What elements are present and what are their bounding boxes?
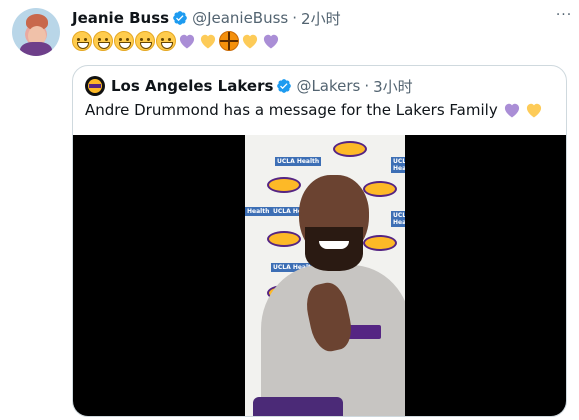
quoted-tweet[interactable]: Los Angeles Lakers @Lakers · 3小时 Andre D… — [72, 65, 567, 417]
backdrop-sponsor-label: UCLA Health — [391, 211, 405, 227]
quoted-tweet-text: Andre Drummond has a message for the Lak… — [85, 100, 544, 120]
video-person-shorts — [253, 397, 343, 416]
yellow-heart-icon — [198, 31, 218, 51]
video-frame[interactable]: UCLA Health UCLA Health UCLA Health Heal… — [245, 135, 405, 416]
grinning-face-icon — [135, 31, 155, 51]
tweet[interactable]: Jeanie Buss @JeanieBuss · 2小时 ··· Los An… — [0, 0, 579, 420]
lakers-backdrop-logo — [267, 177, 301, 193]
separator-dot: · — [292, 9, 298, 27]
avatar[interactable] — [12, 8, 60, 56]
quoted-tweet-timestamp[interactable]: 3小时 — [373, 76, 413, 97]
separator-dot: · — [364, 77, 370, 95]
tweet-header: Jeanie Buss @JeanieBuss · 2小时 — [72, 8, 341, 28]
grinning-face-icon — [114, 31, 134, 51]
more-options-icon[interactable]: ··· — [555, 6, 573, 24]
quoted-tweet-body: Andre Drummond has a message for the Lak… — [85, 101, 498, 119]
avatar-top — [20, 42, 52, 56]
tweet-timestamp[interactable]: 2小时 — [301, 8, 341, 29]
purple-heart-icon — [502, 100, 522, 120]
purple-heart-icon — [177, 31, 197, 51]
yellow-heart-icon — [524, 100, 544, 120]
grinning-face-icon — [93, 31, 113, 51]
basketball-icon — [219, 31, 239, 51]
verified-badge-icon — [277, 79, 292, 93]
tweet-text-emojis — [72, 31, 281, 51]
quoted-author-name[interactable]: Los Angeles Lakers — [111, 77, 273, 95]
quoted-author-handle[interactable]: @Lakers — [296, 77, 360, 95]
backdrop-sponsor-label: Health — [245, 207, 272, 216]
backdrop-sponsor-label: UCLA Health — [275, 157, 322, 166]
video-person-smile — [319, 241, 349, 249]
lakers-logo-icon[interactable] — [85, 76, 105, 96]
lakers-backdrop-logo — [363, 235, 397, 251]
author-name[interactable]: Jeanie Buss — [72, 9, 169, 27]
grinning-face-icon — [156, 31, 176, 51]
backdrop-sponsor-label: UCLA Health — [391, 157, 405, 173]
video-player[interactable]: UCLA Health UCLA Health UCLA Health Heal… — [73, 135, 566, 416]
verified-badge-icon — [173, 11, 187, 25]
video-person-beard — [305, 227, 363, 271]
yellow-heart-icon — [240, 31, 260, 51]
quoted-tweet-header: Los Angeles Lakers @Lakers · 3小时 — [85, 76, 413, 96]
grinning-face-icon — [72, 31, 92, 51]
purple-heart-icon — [261, 31, 281, 51]
lakers-backdrop-logo — [363, 181, 397, 197]
lakers-backdrop-logo — [267, 231, 301, 247]
author-handle[interactable]: @JeanieBuss — [192, 9, 288, 27]
lakers-backdrop-logo — [333, 141, 367, 157]
